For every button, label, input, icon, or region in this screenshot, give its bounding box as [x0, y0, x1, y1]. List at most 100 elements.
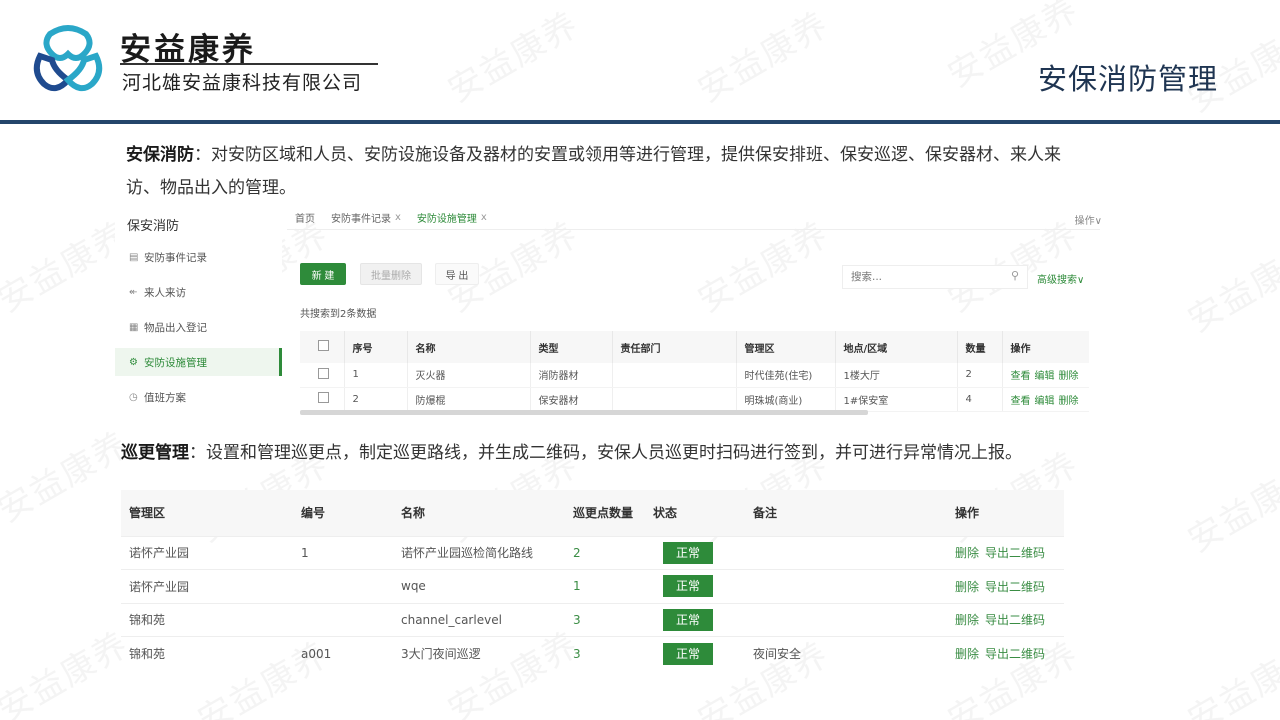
column-header: 编号 — [293, 490, 393, 536]
export-qrcode-link[interactable]: 导出二维码 — [985, 580, 1045, 594]
sidebar-item-label: 安防设施管理 — [144, 356, 207, 369]
close-icon[interactable]: x — [481, 212, 487, 223]
clock-icon: ◷ — [129, 391, 138, 403]
column-header: 序号 — [344, 331, 408, 363]
view-link[interactable]: 查看 — [1011, 371, 1031, 382]
cell-location: 1#保安室 — [835, 387, 958, 412]
cell-name: wqe — [393, 569, 565, 603]
cell-area: 锦和苑 — [121, 602, 293, 637]
brand-logo-icon — [33, 25, 103, 92]
tab-operation-menu[interactable]: 操作∨ — [1075, 212, 1102, 227]
export-qrcode-link[interactable]: 导出二维码 — [985, 613, 1045, 627]
sidebar: 保安消防 ▤ 安防事件记录 ↞ 来人来访 ▦ 物品出入登记 ⚙ 安防设施管理 ◷ 值班方案 — [115, 206, 282, 418]
cell-status: 正常 — [645, 569, 745, 603]
delete-link[interactable]: 删除 — [955, 613, 979, 627]
status-badge: 正常 — [663, 642, 713, 665]
table-header-row: 管理区 编号 名称 巡更点数量 状态 备注 操作 — [121, 490, 1064, 536]
cell-code — [293, 602, 393, 637]
column-header: 操作 — [1002, 331, 1089, 363]
sidebar-item-duty-plan[interactable]: ◷ 值班方案 — [115, 383, 282, 411]
cell-remark — [745, 569, 947, 603]
row-checkbox[interactable] — [318, 392, 329, 403]
facility-app-screenshot: 保安消防 ▤ 安防事件记录 ↞ 来人来访 ▦ 物品出入登记 ⚙ 安防设施管理 ◷ 值班方案… — [115, 206, 1102, 418]
search-icon[interactable]: ⚲ — [1011, 269, 1019, 282]
cell-index: 1 — [344, 363, 408, 388]
batch-delete-button[interactable]: 批量删除 — [360, 263, 422, 285]
column-header: 巡更点数量 — [565, 490, 645, 536]
delete-link[interactable]: 删除 — [955, 647, 979, 661]
sidebar-title: 保安消防 — [127, 219, 180, 234]
sidebar-item-label: 安防事件记录 — [144, 251, 207, 264]
edit-link[interactable]: 编辑 — [1035, 371, 1055, 382]
sidebar-item-goods-log[interactable]: ▦ 物品出入登记 — [115, 313, 282, 341]
cell-points: 2 — [565, 535, 645, 570]
table-row: 诺怀产业园 1 诺怀产业园巡检简化路线 2 正常 删除 导出二维码 — [121, 535, 1064, 570]
cell-dept — [612, 387, 737, 412]
cell-name: 诺怀产业园巡检简化路线 — [393, 535, 565, 570]
search-input[interactable] — [842, 265, 1028, 289]
cell-area: 明珠城(商业) — [736, 387, 836, 412]
tab-bar: 首页 安防事件记录 x 安防设施管理 x 操作∨ — [287, 206, 1102, 230]
delete-link[interactable]: 删除 — [955, 546, 979, 560]
tab-label: 安防设施管理 — [416, 214, 477, 225]
export-qrcode-link[interactable]: 导出二维码 — [985, 546, 1045, 560]
cell-qty: 4 — [957, 387, 1003, 412]
delete-link[interactable]: 删除 — [955, 580, 979, 594]
watermark: 安益康养 — [1181, 234, 1280, 341]
delete-link[interactable]: 删除 — [1059, 396, 1079, 407]
cell-location: 1楼大厅 — [835, 363, 958, 388]
brand-underline — [120, 63, 378, 65]
watermark: 安益康养 — [1181, 634, 1280, 720]
close-icon[interactable]: x — [395, 212, 401, 223]
column-header: 类型 — [530, 331, 613, 363]
cell-points: 3 — [565, 636, 645, 670]
cell-status: 正常 — [645, 602, 745, 637]
column-header: 管理区 — [121, 490, 293, 536]
advanced-search-link[interactable]: 高级搜索∨ — [1037, 271, 1084, 286]
cell-area: 诺怀产业园 — [121, 569, 293, 603]
patrol-paragraph: 巡更管理：设置和管理巡更点，制定巡更路线，并生成二维码，安保人员巡更时扫码进行签… — [121, 437, 1141, 470]
tab-label: 首页 — [295, 214, 315, 225]
cell-index: 2 — [344, 387, 408, 412]
cell-name: 防爆棍 — [407, 387, 531, 412]
cell-actions: 删除 导出二维码 — [947, 636, 1064, 670]
tab-home[interactable]: 首页 — [287, 206, 323, 230]
tab-event-records[interactable]: 安防事件记录 x — [323, 206, 409, 230]
export-button[interactable]: 导 出 — [435, 263, 479, 285]
watermark: 安益康养 — [0, 624, 137, 720]
column-header: 备注 — [745, 490, 947, 536]
column-header: 名称 — [393, 490, 565, 536]
cell-name: 3大门夜间巡逻 — [393, 636, 565, 670]
main-panel: 首页 安防事件记录 x 安防设施管理 x 操作∨ 新 建 批量删除 导 出 ⚲ 高级… — [287, 206, 1102, 418]
column-header: 管理区 — [736, 331, 836, 363]
horizontal-scrollbar[interactable] — [300, 410, 868, 415]
sidebar-item-facility-management[interactable]: ⚙ 安防设施管理 — [115, 348, 282, 376]
sidebar-item-label: 物品出入登记 — [144, 321, 207, 334]
cell-remark — [745, 535, 947, 570]
cell-area: 诺怀产业园 — [121, 535, 293, 570]
sidebar-item-event-records[interactable]: ▤ 安防事件记录 — [115, 243, 282, 271]
delete-link[interactable]: 删除 — [1059, 371, 1079, 382]
cell-qty: 2 — [957, 363, 1003, 388]
column-header: 地点/区域 — [835, 331, 958, 363]
row-checkbox[interactable] — [318, 367, 329, 379]
select-all-checkbox[interactable] — [318, 340, 329, 351]
table-row: 诺怀产业园 wqe 1 正常 删除 导出二维码 — [121, 569, 1064, 603]
edit-link[interactable]: 编辑 — [1035, 396, 1055, 407]
sidebar-item-visitors[interactable]: ↞ 来人来访 — [115, 278, 282, 306]
cell-points: 1 — [565, 569, 645, 603]
table-row: 锦和苑 a001 3大门夜间巡逻 3 正常 夜间安全 删除 导出二维码 — [121, 636, 1064, 670]
cell-area: 时代佳苑(住宅) — [736, 363, 836, 388]
cell-remark — [745, 602, 947, 637]
new-button[interactable]: 新 建 — [300, 263, 346, 285]
tab-facility-management[interactable]: 安防设施管理 x — [409, 206, 495, 230]
header-divider — [0, 120, 1280, 124]
watermark: 安益康养 — [0, 424, 137, 531]
cell-status: 正常 — [645, 535, 745, 570]
view-link[interactable]: 查看 — [1011, 396, 1031, 407]
settings-icon: ⚙ — [129, 356, 138, 368]
column-header: 状态 — [645, 490, 745, 536]
cell-dept — [612, 363, 737, 388]
export-qrcode-link[interactable]: 导出二维码 — [985, 647, 1045, 661]
table-row: 2 防爆棍 保安器材 明珠城(商业) 1#保安室 4 查看 编辑 删除 — [300, 387, 1089, 412]
